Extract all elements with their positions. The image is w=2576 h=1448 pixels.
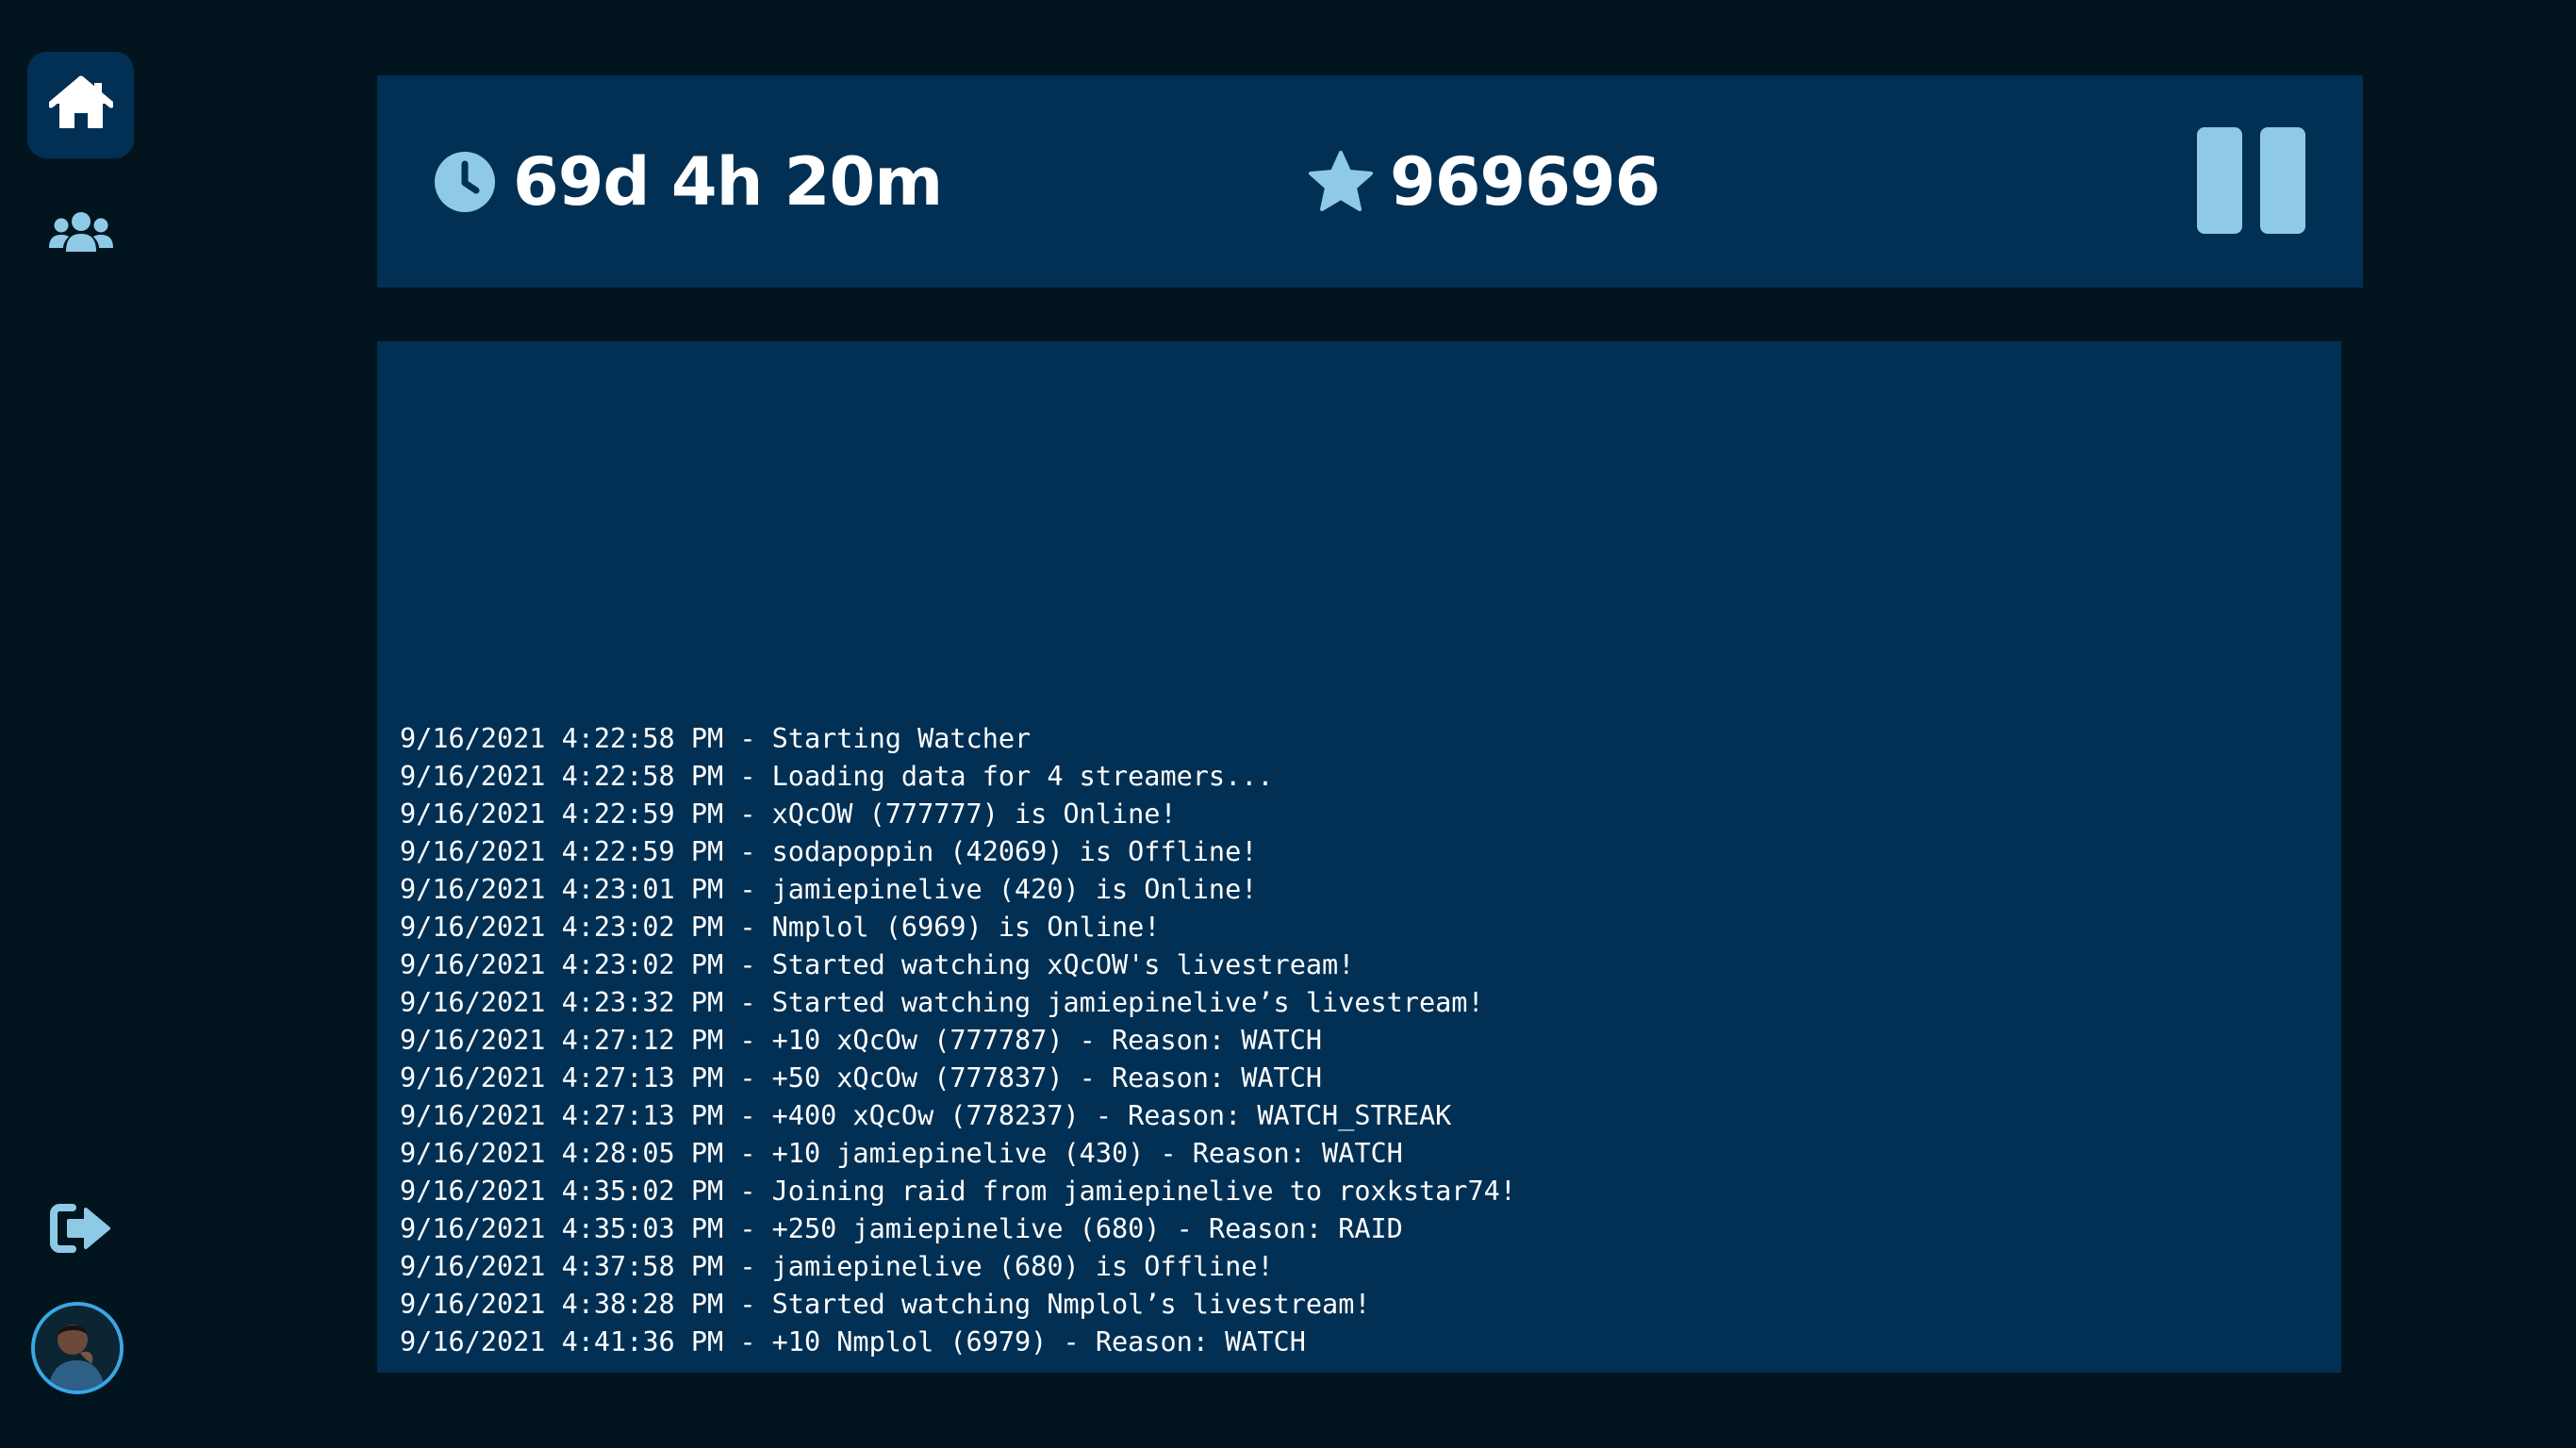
home-icon [47,75,114,136]
log-line: 9/16/2021 4:23:02 PM - Started watching … [400,949,1355,980]
log-line: 9/16/2021 4:23:01 PM - jamiepinelive (42… [400,874,1258,905]
star-icon [1309,150,1373,213]
users-icon [48,210,113,259]
watch-time-value: 69d 4h 20m [513,142,943,221]
log-line: 9/16/2021 4:27:12 PM - +10 xQcOw (777787… [400,1025,1323,1056]
points-value: 969696 [1390,142,1660,221]
clock-icon [434,151,496,213]
log-line: 9/16/2021 4:27:13 PM - +50 xQcOw (777837… [400,1062,1323,1094]
sidebar-item-home[interactable] [27,52,134,158]
log-line: 9/16/2021 4:27:13 PM - +400 xQcOw (77823… [400,1100,1452,1131]
stats-bar: 69d 4h 20m 969696 [377,75,2363,288]
pause-button[interactable] [2197,127,2305,236]
log-line: 9/16/2021 4:23:02 PM - Nmplol (6969) is … [400,912,1161,943]
log-line: 9/16/2021 4:23:32 PM - Started watching … [400,987,1484,1018]
sidebar-item-friends[interactable] [27,181,134,288]
log-line: 9/16/2021 4:38:28 PM - Started watching … [400,1289,1371,1320]
log-line: 9/16/2021 4:28:05 PM - +10 jamiepinelive… [400,1138,1403,1169]
points-stat: 969696 [1309,75,1660,288]
watch-time-stat: 69d 4h 20m [434,75,943,288]
log-line: 9/16/2021 4:22:59 PM - xQcOW (777777) is… [400,798,1177,830]
log-line: 9/16/2021 4:22:58 PM - Starting Watcher [400,723,1032,754]
log-line: 9/16/2021 4:35:02 PM - Joining raid from… [400,1176,1516,1207]
log-panel[interactable]: 9/16/2021 4:22:58 PM - Starting Watcher … [377,341,2341,1373]
pause-icon-right-bar [2260,127,2305,234]
log-line: 9/16/2021 4:35:03 PM - +250 jamiepineliv… [400,1213,1403,1244]
log-line: 9/16/2021 4:22:58 PM - Loading data for … [400,761,1274,792]
pause-icon-left-bar [2197,127,2242,234]
log-line: 9/16/2021 4:41:36 PM - +10 Nmplol (6979)… [400,1326,1306,1358]
user-avatar[interactable] [31,1302,124,1394]
app-window: 69d 4h 20m 969696 9/16/2021 4:22:58 PM -… [0,0,2576,1448]
log-line: 9/16/2021 4:22:59 PM - sodapoppin (42069… [400,836,1258,867]
logout-button[interactable] [27,1176,134,1283]
log-line: 9/16/2021 4:37:58 PM - jamiepinelive (68… [400,1251,1274,1282]
sign-out-icon [49,1202,112,1259]
